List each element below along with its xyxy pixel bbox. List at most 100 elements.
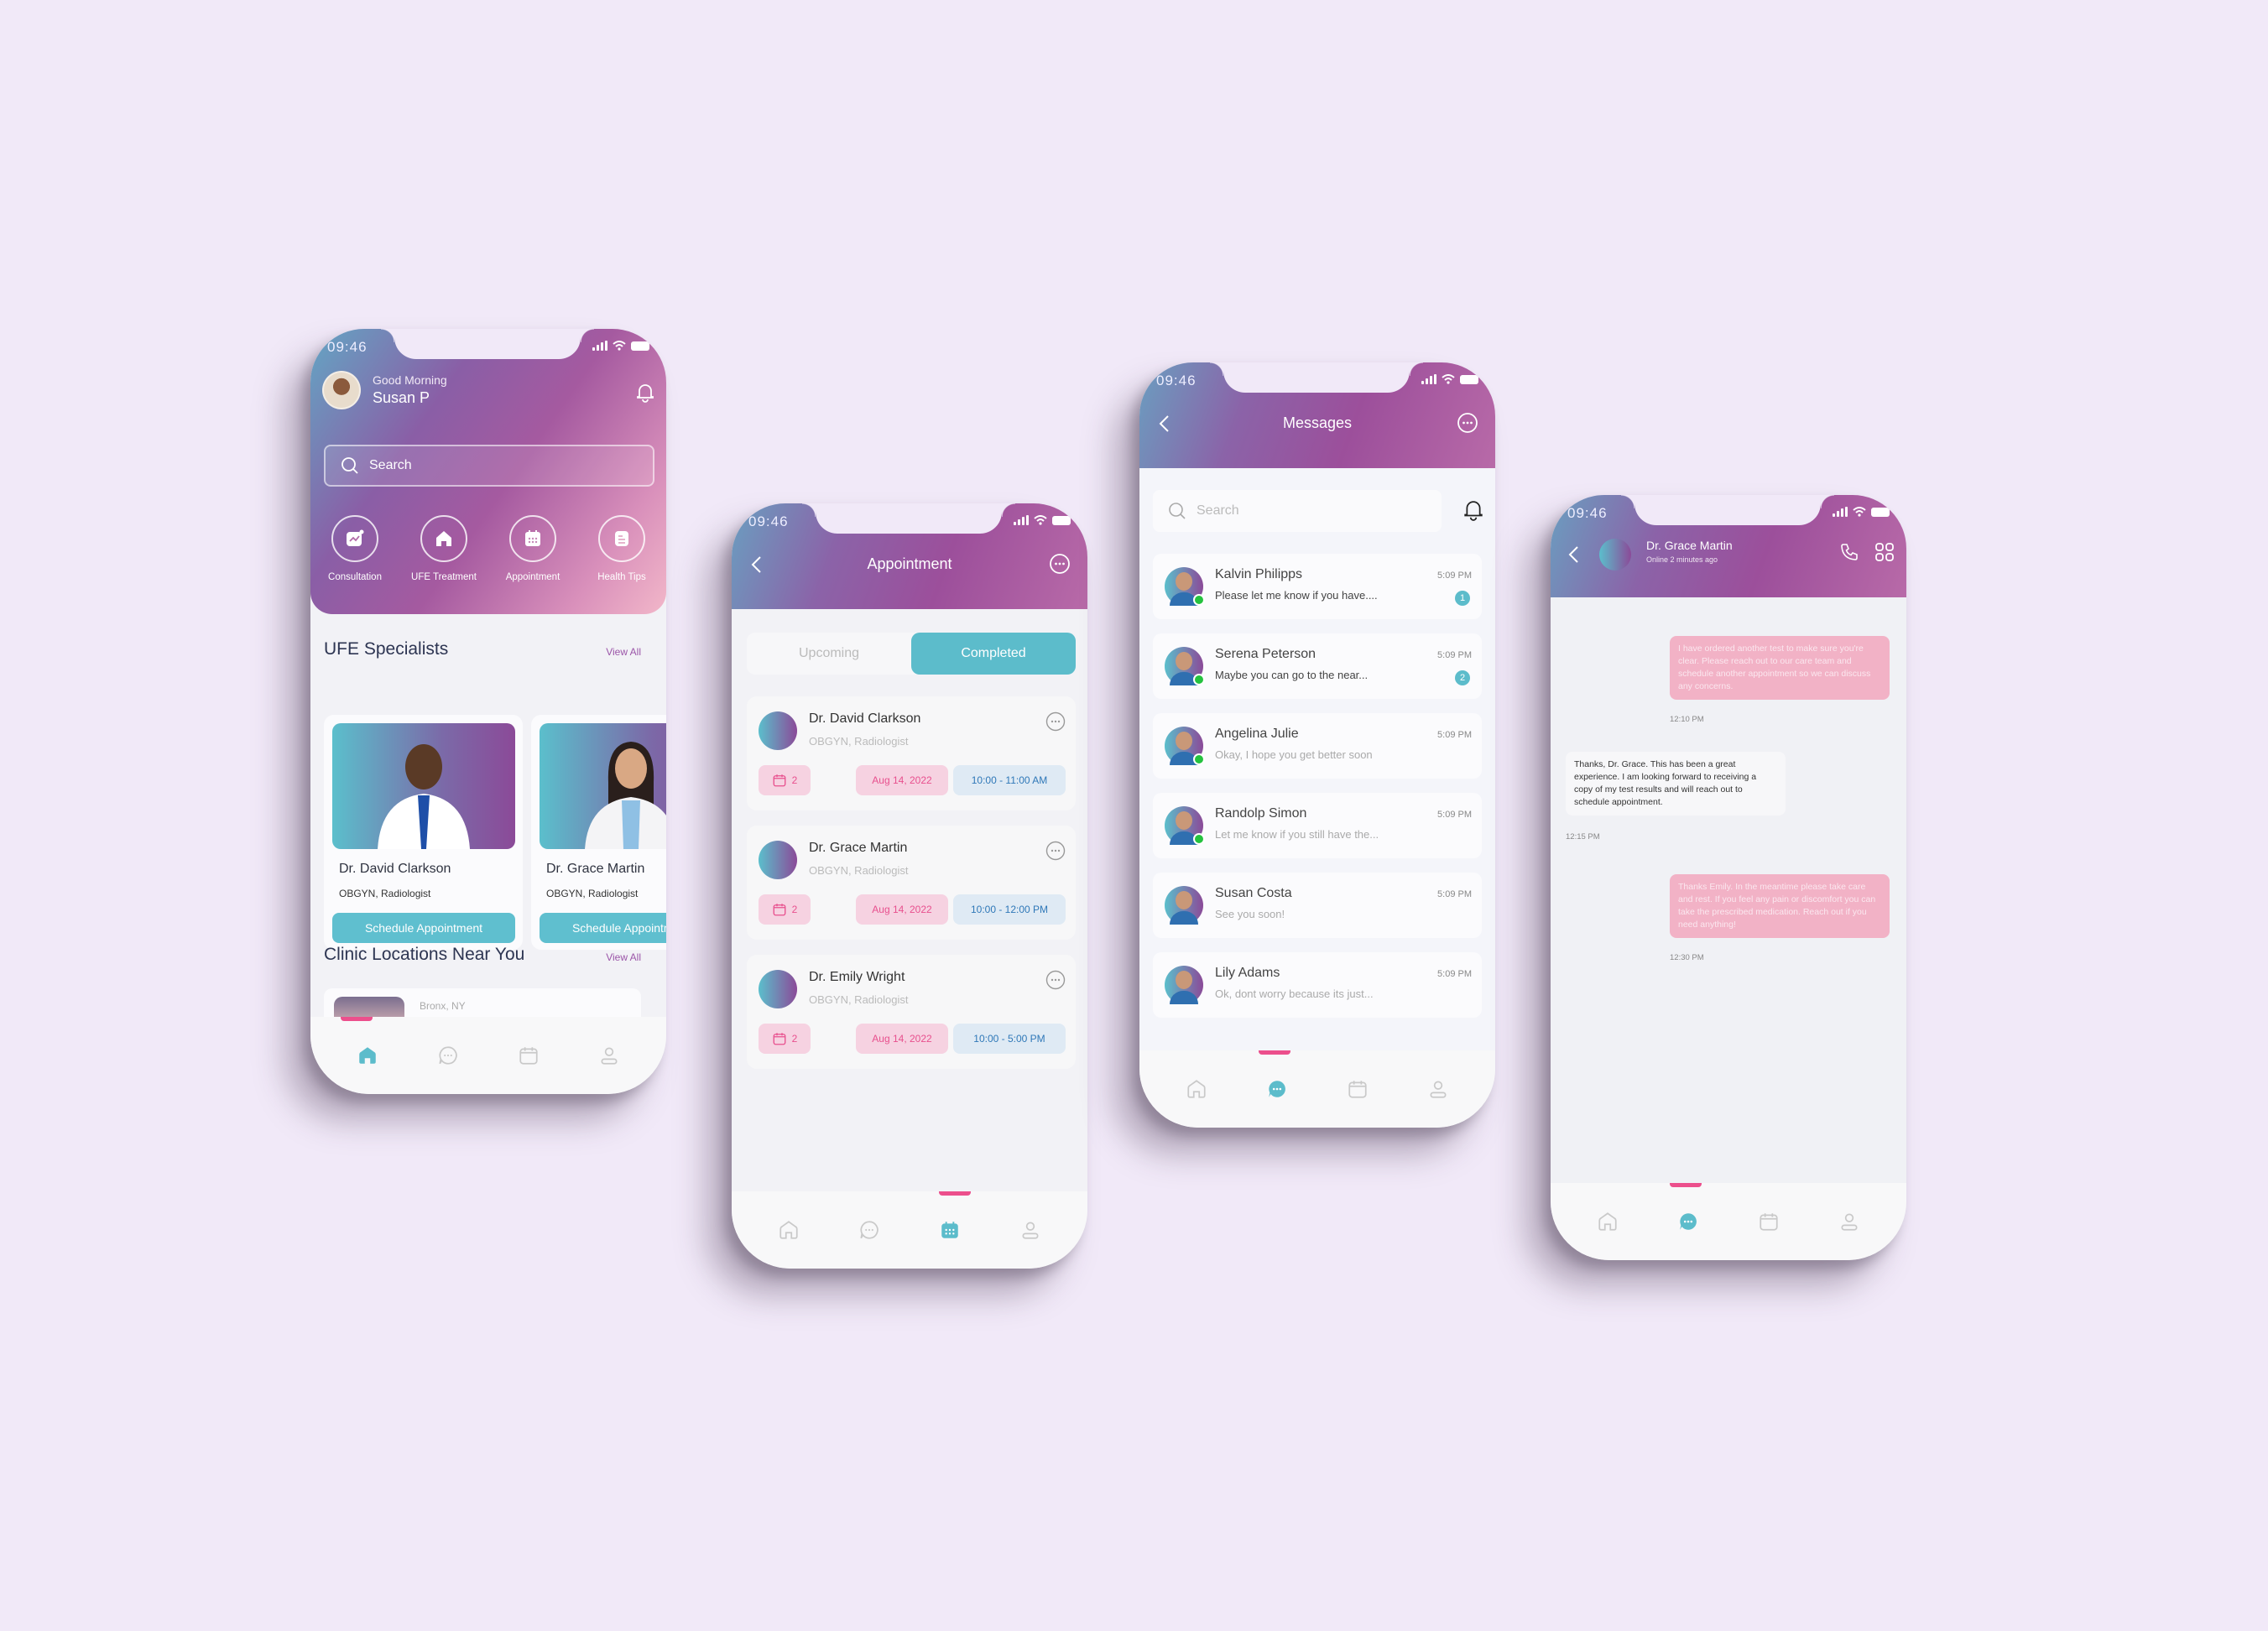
message-time: 5:09 PM [1437,730,1472,740]
message-preview: Okay, I hope you get better soon [1215,748,1373,761]
quick-action-appointment[interactable]: Appointment [491,515,575,582]
document-icon [615,531,628,546]
contact-avatar[interactable] [1599,539,1631,571]
specialist-card[interactable]: Dr. Grace Martin OBGYN, Radiologist Sche… [531,715,666,950]
chat-bubble-icon [1680,1213,1697,1230]
more-options-icon[interactable] [1457,412,1478,434]
tab-messages[interactable] [435,1043,461,1068]
calendar-icon [525,530,540,546]
tab-messages[interactable] [857,1217,882,1243]
back-arrow-icon[interactable] [1567,545,1581,564]
tab-home[interactable] [355,1043,380,1068]
phone-notch [381,329,594,359]
more-options-icon[interactable] [1045,841,1066,861]
tab-messages[interactable] [1264,1076,1290,1102]
message-preview: Ok, dont worry because its just... [1215,987,1374,1000]
tab-messages[interactable] [1676,1209,1701,1234]
status-icons [1421,374,1478,384]
contact-status: Online 2 minutes ago [1646,555,1718,564]
user-icon [1430,1081,1447,1098]
tab-profile[interactable] [1018,1217,1043,1243]
tab-calendar[interactable] [937,1217,962,1243]
user-icon [1841,1213,1858,1231]
more-options-icon[interactable] [1045,970,1066,990]
quick-action-consultation[interactable]: Consultation [313,515,397,582]
tab-profile[interactable] [597,1043,622,1068]
wifi-icon [613,341,626,351]
status-time: 09:46 [1567,505,1608,521]
conversation-item[interactable]: Kalvin Philipps Please let me know if you… [1153,554,1482,619]
status-icons [1833,507,1890,517]
conversation-item[interactable]: Serena Peterson Maybe you can go to the n… [1153,633,1482,699]
conversation-item[interactable]: Lily Adams Ok, dont worry because its jus… [1153,952,1482,1018]
contact-name: Randolp Simon [1215,806,1307,821]
tab-profile[interactable] [1837,1209,1862,1234]
unread-count-badge: 1 [1455,591,1470,606]
message-time: 5:09 PM [1437,571,1472,581]
phone-notch [1621,495,1834,525]
grid-menu-icon[interactable] [1874,542,1895,562]
clinics-view-all-link[interactable]: View All [606,951,641,963]
quick-action-ufe-treatment[interactable]: UFE Treatment [402,515,486,582]
online-status-dot [1193,753,1205,765]
tab-completed[interactable]: Completed [911,633,1076,675]
calendar-icon [773,774,786,787]
page-title: Messages [1282,414,1353,431]
contact-name: Angelina Julie [1215,727,1299,741]
appointment-card[interactable]: Dr. Emily Wright OBGYN, Radiologist 2 Au… [747,955,1076,1069]
online-status-dot [1193,833,1205,845]
visit-count-badge: 2 [759,1024,811,1054]
tab-home[interactable] [776,1217,801,1243]
tab-home[interactable] [1184,1076,1209,1102]
schedule-appointment-button[interactable]: Schedule Appointment [540,913,666,943]
tab-calendar[interactable] [516,1043,541,1068]
doctor-name: Dr. Grace Martin [809,841,908,855]
calendar-icon [1760,1213,1778,1231]
appointment-card[interactable]: Dr. Grace Martin OBGYN, Radiologist 2 Au… [747,826,1076,940]
chart-icon [347,529,364,546]
conversation-item[interactable]: Angelina Julie Okay, I hope you get bette… [1153,713,1482,779]
home-icon [436,531,451,546]
tab-calendar[interactable] [1756,1209,1781,1234]
messages-search-input[interactable]: Search [1153,490,1442,532]
quick-action-health-tips[interactable]: Health Tips [580,515,664,582]
notification-bell-icon[interactable] [636,383,654,403]
tab-upcoming[interactable]: Upcoming [747,633,911,675]
bottom-tab-bar [1139,1050,1495,1128]
appointment-card[interactable]: Dr. David Clarkson OBGYN, Radiologist 2 … [747,696,1076,810]
message-preview: Let me know if you still have the... [1215,828,1379,841]
signal-icon [592,341,607,351]
phone-call-icon[interactable] [1839,542,1859,562]
specialists-view-all-link[interactable]: View All [606,646,641,658]
tab-home[interactable] [1595,1209,1620,1234]
user-name: Susan P [373,389,430,406]
specialist-specialty: OBGYN, Radiologist [339,888,431,899]
search-icon [1169,503,1186,519]
status-icons [1014,515,1071,525]
appointment-date: Aug 14, 2022 [856,765,948,795]
status-time: 09:46 [748,513,789,529]
online-status-dot [1193,594,1205,606]
contact-avatar [1165,806,1205,845]
doctor-avatar [759,841,797,879]
specialist-card[interactable]: Dr. David Clarkson OBGYN, Radiologist Sc… [324,715,523,950]
tab-calendar[interactable] [1345,1076,1370,1102]
page-title: Appointment [867,555,952,572]
doctor-avatar [759,711,797,750]
notification-bell-icon[interactable] [1463,498,1483,522]
calendar-icon [519,1047,538,1065]
visit-count-badge: 2 [759,765,811,795]
active-tab-indicator [1259,1050,1290,1055]
user-avatar[interactable] [322,371,361,409]
contact-name: Serena Peterson [1215,647,1316,661]
message-time: 12:15 PM [1566,832,1600,842]
greeting-text: Good Morning [373,373,447,387]
search-input[interactable]: Search [324,445,654,487]
conversation-item[interactable]: Susan Costa See you soon! 5:09 PM [1153,873,1482,938]
tab-profile[interactable] [1426,1076,1451,1102]
conversation-item[interactable]: Randolp Simon Let me know if you still ha… [1153,793,1482,858]
doctor-specialty: OBGYN, Radiologist [809,993,909,1006]
more-options-icon[interactable] [1045,711,1066,732]
schedule-appointment-button[interactable]: Schedule Appointment [332,913,515,943]
more-options-icon[interactable] [1049,553,1071,575]
